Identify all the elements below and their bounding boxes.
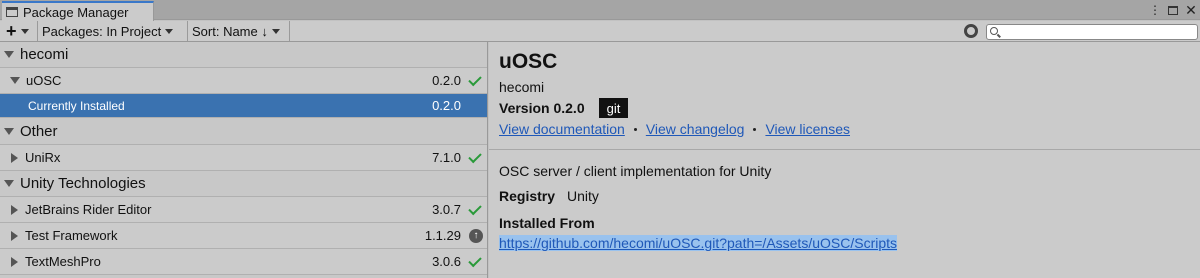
package-title: uOSC [499,50,558,73]
registry-value: Unity [567,188,599,204]
list-item-selected[interactable]: Currently Installed 0.2.0 [0,94,487,118]
package-version-label: Version 0.2.0 [499,100,585,116]
list-item[interactable]: TextMeshPro 3.0.6 [0,249,487,275]
group-header[interactable]: Unity Technologies [0,171,487,197]
window-title: Package Manager [23,4,129,20]
search-icon [990,27,998,35]
separator-dot [633,127,637,131]
check-icon [468,253,482,268]
update-available-icon: ↑ [469,228,483,243]
package-list: hecomi uOSC 0.2.0 Currently Installed 0.… [0,42,488,278]
search-input[interactable] [986,24,1198,40]
group-header[interactable]: hecomi [0,42,487,68]
package-version: 7.1.0 [432,150,461,165]
expand-arrow-icon[interactable] [11,152,18,163]
package-detail: uOSC hecomi Version 0.2.0 git View docum… [489,42,1200,278]
expand-arrow-icon[interactable] [4,180,14,187]
registry-label: Registry [499,188,556,204]
package-name: Test Framework [25,228,118,243]
package-version: 0.2.0 [432,98,461,113]
expand-arrow-icon[interactable] [10,77,20,84]
installed-from-label: Installed From [499,215,595,231]
expand-arrow-icon[interactable] [4,51,14,58]
separator-dot [753,127,757,131]
sort-dropdown[interactable]: Sort: Name ↓ [188,21,290,41]
installed-from-url[interactable]: https://github.com/hecomi/uOSC.git?path=… [499,235,898,251]
package-manager-tab[interactable]: Package Manager [2,1,154,21]
chevron-down-icon [271,28,280,34]
chevron-down-icon [20,28,29,34]
package-name: UniRx [25,150,61,165]
window-tab-strip: Package Manager ⋮ ✕ [0,0,1200,21]
view-licenses-link[interactable]: View licenses [765,121,850,137]
check-icon [468,72,482,87]
check-icon [468,149,482,164]
package-version: 3.0.7 [432,202,461,217]
list-item[interactable]: JetBrains Rider Editor 3.0.7 [0,197,487,223]
package-name: TextMeshPro [25,254,101,269]
package-author: hecomi [499,79,545,95]
list-item[interactable]: Test Framework 1.1.29 ↑ [0,223,487,249]
expand-arrow-icon[interactable] [4,128,14,135]
view-changelog-link[interactable]: View changelog [646,121,745,137]
package-version: 0.2.0 [432,73,461,88]
add-package-button[interactable]: + [0,21,38,41]
close-icon[interactable]: ✕ [1184,1,1198,19]
source-badge: git [599,98,628,118]
maximize-icon[interactable] [1166,1,1180,19]
detail-links: View documentation View changelog View l… [499,121,850,137]
more-options-icon[interactable]: ⋮ [1148,1,1162,19]
registry-row: Registry Unity [499,188,599,204]
package-version: 1.1.29 [424,228,461,243]
group-name: Unity Technologies [20,175,146,192]
package-name: Currently Installed [28,98,125,113]
chevron-down-icon [165,28,174,34]
package-name: uOSC [26,73,62,88]
package-version: 3.0.6 [432,254,461,269]
divider [489,149,1200,150]
packages-filter-dropdown[interactable]: Packages: In Project [38,21,188,41]
expand-arrow-icon[interactable] [11,204,18,215]
check-icon [468,201,482,216]
group-name: Other [20,123,58,140]
list-item[interactable]: uOSC 0.2.0 [0,68,487,94]
gear-icon[interactable] [964,24,978,38]
expand-arrow-icon[interactable] [11,230,18,241]
expand-arrow-icon[interactable] [11,256,18,267]
package-description: OSC server / client implementation for U… [499,163,772,179]
list-item[interactable]: UniRx 7.1.0 [0,145,487,171]
view-documentation-link[interactable]: View documentation [499,121,625,137]
package-name: JetBrains Rider Editor [25,202,152,217]
group-header[interactable]: Other [0,119,487,145]
window-icon [6,7,18,17]
group-name: hecomi [20,46,69,63]
